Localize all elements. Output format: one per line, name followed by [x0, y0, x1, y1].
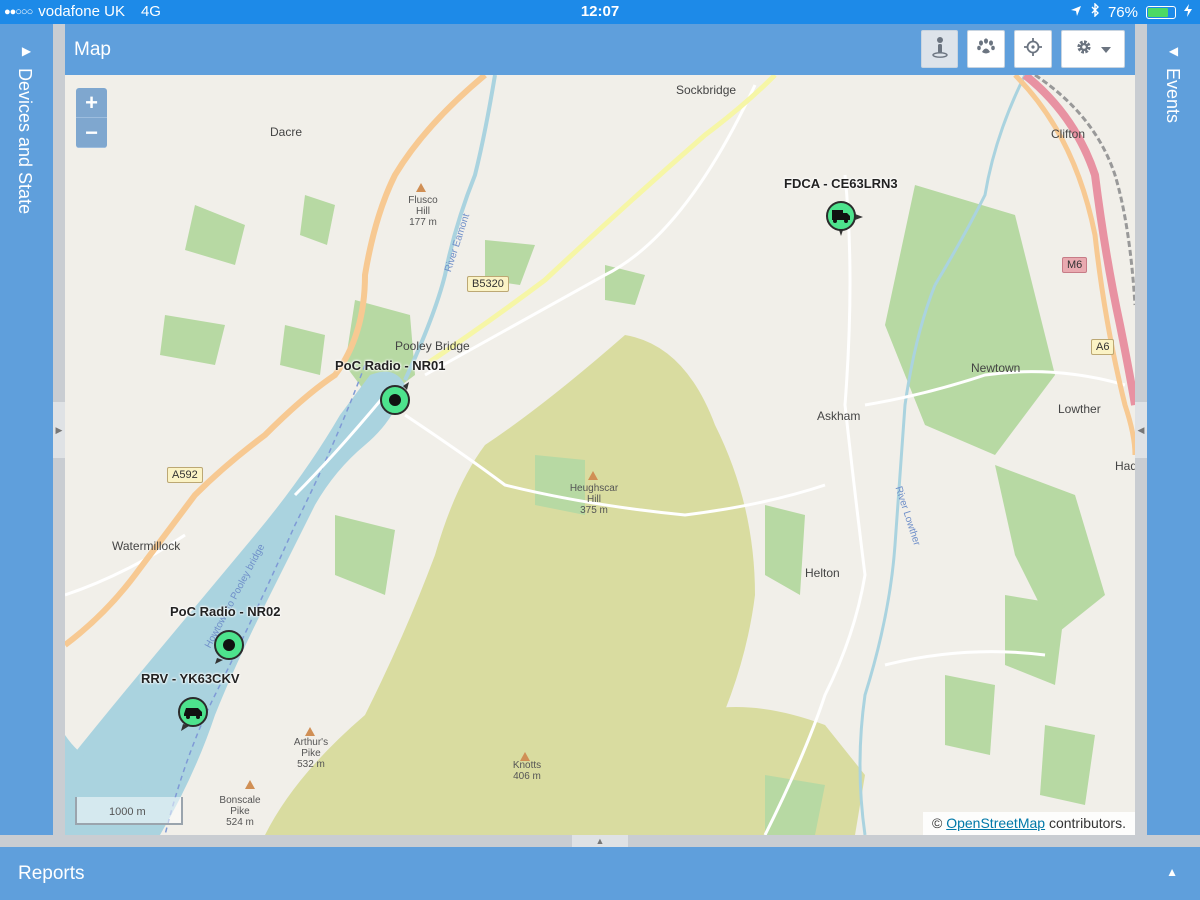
- splitter-handle-bottom[interactable]: ▲: [572, 835, 628, 847]
- place-clifton: Clifton: [1051, 127, 1086, 141]
- map-title: Map: [74, 39, 111, 60]
- battery-percent: 76%: [1107, 3, 1138, 21]
- device-marker-nr01[interactable]: [379, 382, 411, 418]
- place-heugh-name: Heughscar: [569, 483, 619, 494]
- location-arrow-icon: [1070, 4, 1082, 21]
- reports-panel-label: Reports: [18, 863, 85, 884]
- marker-label-nr02[interactable]: PoC Radio - NR02: [170, 604, 281, 619]
- expand-up-icon: ▲: [1166, 865, 1178, 879]
- place-flusco-height: 177 m: [409, 217, 437, 228]
- right-splitter[interactable]: ◀: [1135, 24, 1147, 836]
- road-label-b5320: B5320: [467, 276, 509, 292]
- map-canvas[interactable]: Sockbridge Dacre Clifton Flusco Hill 177…: [65, 75, 1135, 835]
- place-helton: Helton: [805, 566, 840, 580]
- splitter-handle-left[interactable]: ▶: [53, 402, 65, 458]
- place-dacre: Dacre: [270, 125, 303, 139]
- show-people-button[interactable]: [921, 30, 958, 68]
- place-arthurs-name2: Pike: [301, 748, 321, 759]
- place-flusco-name2: Hill: [416, 206, 430, 217]
- place-heugh-height: 375 m: [580, 505, 608, 516]
- battery-icon: [1146, 5, 1176, 19]
- place-arthurs-pike: Arthur's Pike 532 m: [287, 737, 335, 770]
- devices-panel-tab[interactable]: ▶ Devices and State: [0, 24, 53, 836]
- zoom-out-button[interactable]: −: [76, 118, 107, 148]
- attribution-suffix: contributors.: [1048, 815, 1126, 831]
- expand-left-icon: ◀: [1168, 44, 1179, 58]
- splitter-handle-right[interactable]: ◀: [1135, 402, 1147, 458]
- left-splitter[interactable]: ▶: [53, 24, 65, 836]
- place-flusco-name: Flusco: [408, 195, 438, 206]
- road-label-a6: A6: [1091, 339, 1115, 355]
- openstreetmap-link[interactable]: OpenStreetMap: [946, 815, 1045, 831]
- network-type: 4G: [140, 3, 161, 20]
- place-knotts-name: Knotts: [512, 760, 542, 771]
- signal-strength-icon: ●●○○○: [4, 5, 33, 18]
- place-askham: Askham: [817, 409, 861, 423]
- show-animals-button[interactable]: [967, 30, 1005, 68]
- road-label-m6: M6: [1062, 257, 1088, 273]
- settings-dropdown-button[interactable]: [1061, 30, 1125, 68]
- marker-label-nr01[interactable]: PoC Radio - NR01: [335, 358, 446, 373]
- events-panel-label: Events: [1163, 68, 1183, 124]
- map-attribution: © OpenStreetMap contributors.: [923, 812, 1135, 835]
- radio-marker-icon: [380, 382, 410, 415]
- map-scale: 1000 m: [75, 797, 183, 825]
- radio-marker-icon: [214, 630, 244, 664]
- place-arthurs-name: Arthur's: [293, 737, 329, 748]
- ios-status-bar: ●●○○○ vodafone UK 4G 12:07 76%: [0, 0, 1200, 24]
- place-heugh-name2: Hill: [587, 494, 601, 505]
- place-newtown: Newtown: [971, 361, 1021, 375]
- zoom-in-button[interactable]: +: [76, 88, 107, 118]
- place-knotts: Knotts 406 m: [505, 760, 549, 782]
- marker-label-rrv[interactable]: RRV - YK63CKV: [141, 671, 240, 686]
- events-panel-tab[interactable]: ◀ Events: [1147, 24, 1200, 836]
- vehicle-marker-fdca[interactable]: [825, 200, 863, 236]
- place-arthurs-height: 532 m: [297, 759, 325, 770]
- marker-label-fdca[interactable]: FDCA - CE63LRN3: [784, 176, 898, 191]
- truck-marker-icon: [826, 201, 863, 236]
- place-bonscale-name2: Pike: [230, 806, 250, 817]
- locate-me-button[interactable]: [1014, 30, 1052, 68]
- reports-panel-tab[interactable]: Reports ▲: [0, 847, 1200, 900]
- bottom-splitter[interactable]: ▲: [0, 835, 1200, 847]
- place-knotts-height: 406 m: [513, 771, 541, 782]
- place-sockbridge: Sockbridge: [676, 83, 737, 97]
- place-bonscale-height: 524 m: [226, 817, 254, 828]
- place-had: Had: [1115, 459, 1135, 473]
- place-bonscale-pike: Bonscale Pike 524 m: [213, 795, 267, 828]
- place-watermillock: Watermillock: [112, 539, 181, 553]
- map-header: Map: [65, 24, 1135, 75]
- place-heughscar-hill: Heughscar Hill 375 m: [562, 483, 626, 516]
- car-marker-icon: [178, 697, 208, 731]
- place-pooley-bridge: Pooley Bridge: [395, 339, 470, 353]
- zoom-control: + −: [76, 88, 107, 148]
- caret-down-icon: [1101, 40, 1111, 58]
- devices-panel-label: Devices and State: [15, 68, 35, 215]
- place-lowther: Lowther: [1058, 402, 1101, 416]
- clock: 12:07: [580, 3, 620, 20]
- crosshair-icon: [1024, 37, 1042, 61]
- place-bonscale-name: Bonscale: [219, 795, 261, 806]
- vehicle-marker-rrv[interactable]: [177, 696, 209, 732]
- person-pin-icon: [931, 36, 948, 63]
- expand-right-icon: ▶: [21, 44, 32, 58]
- paw-icon: [977, 38, 995, 60]
- attribution-prefix: ©: [932, 815, 943, 831]
- carrier-name: vodafone UK: [38, 3, 125, 20]
- road-label-a592: A592: [167, 467, 203, 483]
- device-marker-nr02[interactable]: [213, 628, 245, 664]
- bluetooth-icon: [1090, 2, 1100, 21]
- gear-icon: [1075, 38, 1093, 61]
- place-flusco-hill: Flusco Hill 177 m: [405, 195, 441, 228]
- map-tiles: [65, 75, 1135, 835]
- charging-icon: [1184, 3, 1192, 21]
